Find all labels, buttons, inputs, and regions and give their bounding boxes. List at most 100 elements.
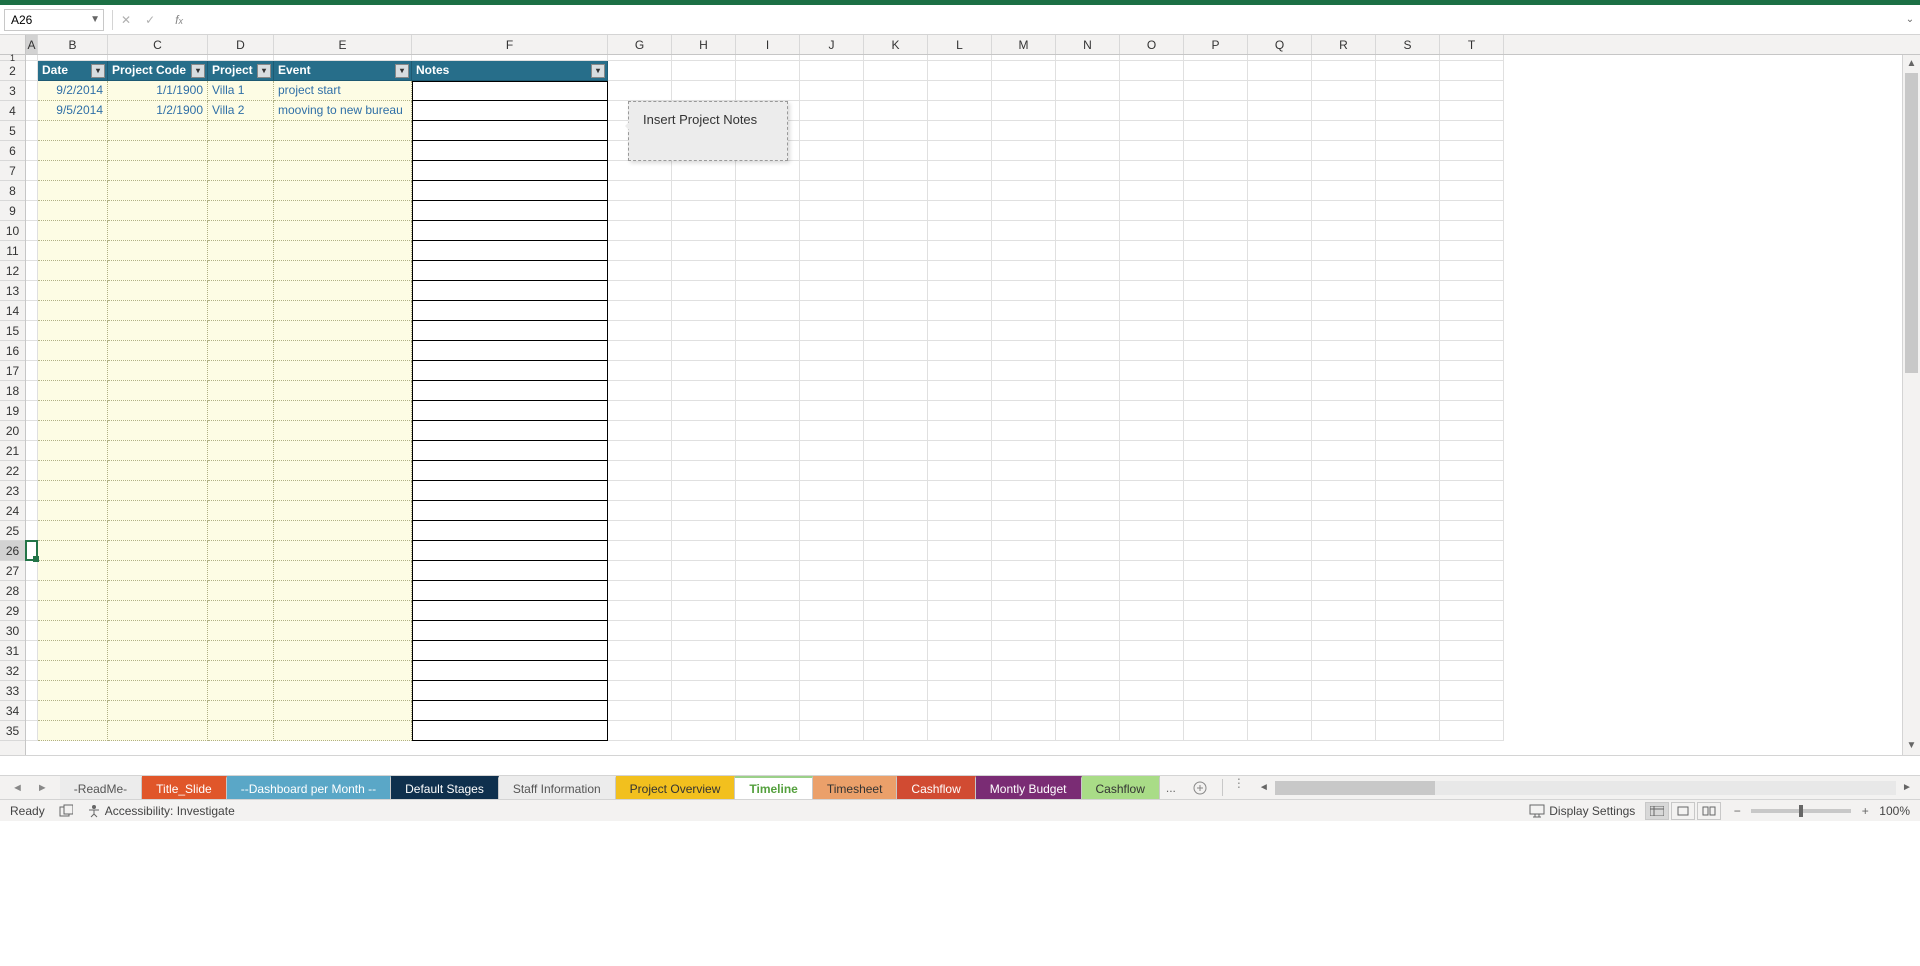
cell[interactable] [608,461,672,481]
cell[interactable] [672,501,736,521]
cell[interactable] [274,161,412,181]
cell[interactable] [208,401,274,421]
cell[interactable] [1184,381,1248,401]
column-header-T[interactable]: T [1440,35,1504,54]
cell[interactable] [1120,541,1184,561]
cell[interactable] [608,481,672,501]
cell[interactable] [1312,441,1376,461]
cell[interactable] [1248,341,1312,361]
name-box[interactable]: A26 ▼ [4,9,104,31]
cell[interactable] [928,541,992,561]
cell[interactable] [412,541,608,561]
cell[interactable] [1376,581,1440,601]
cell[interactable] [274,521,412,541]
cell[interactable] [608,601,672,621]
cell[interactable] [864,81,928,101]
cell[interactable] [208,681,274,701]
cell[interactable] [736,361,800,381]
cell[interactable] [1184,641,1248,661]
cell[interactable] [1376,541,1440,561]
cell[interactable] [1440,101,1504,121]
cell[interactable] [672,201,736,221]
cell[interactable] [736,601,800,621]
cell[interactable] [800,661,864,681]
cell[interactable] [412,241,608,261]
cell[interactable] [26,101,38,121]
cell[interactable] [274,401,412,421]
cell[interactable] [1248,81,1312,101]
cell[interactable] [1120,681,1184,701]
cell[interactable] [1248,681,1312,701]
cell[interactable] [864,641,928,661]
cell[interactable] [274,621,412,641]
cell[interactable] [800,121,864,141]
cell[interactable] [1184,161,1248,181]
cell[interactable] [412,521,608,541]
cell[interactable] [1120,421,1184,441]
cell[interactable] [608,421,672,441]
cell[interactable] [1440,161,1504,181]
zoom-in-button[interactable]: + [1859,804,1871,818]
cell[interactable] [1184,701,1248,721]
cell[interactable]: 9/5/2014 [38,101,108,121]
cell[interactable] [928,301,992,321]
cell[interactable] [412,301,608,321]
cell[interactable] [1056,501,1120,521]
cell[interactable] [800,501,864,521]
cell[interactable] [208,121,274,141]
cell[interactable] [864,341,928,361]
cell[interactable] [800,81,864,101]
cell[interactable] [412,161,608,181]
cell[interactable] [1376,421,1440,441]
cell[interactable] [412,621,608,641]
cell[interactable] [736,621,800,641]
row-header-5[interactable]: 5 [0,121,25,141]
cell[interactable] [1312,701,1376,721]
cell[interactable] [1376,601,1440,621]
row-header-21[interactable]: 21 [0,441,25,461]
cell[interactable] [1312,161,1376,181]
cell[interactable] [1248,521,1312,541]
cell[interactable] [208,181,274,201]
cell[interactable] [38,281,108,301]
cell[interactable] [1184,281,1248,301]
cell[interactable] [608,541,672,561]
cell[interactable] [1440,461,1504,481]
cell[interactable] [412,101,608,121]
cell[interactable] [672,521,736,541]
cell[interactable] [26,241,38,261]
row-header-15[interactable]: 15 [0,321,25,341]
cell[interactable] [608,501,672,521]
sheet-tab[interactable]: Cashflow [897,776,975,799]
cell[interactable] [1248,581,1312,601]
cell[interactable] [1312,461,1376,481]
cell[interactable] [1056,121,1120,141]
cell[interactable] [928,381,992,401]
cell[interactable] [800,481,864,501]
cell[interactable] [1056,541,1120,561]
cell[interactable] [992,161,1056,181]
cell[interactable] [26,141,38,161]
cell[interactable] [26,541,38,561]
cell[interactable] [108,141,208,161]
view-page-break-button[interactable] [1697,802,1721,820]
cell[interactable] [208,261,274,281]
cell[interactable] [800,541,864,561]
cell[interactable] [672,621,736,641]
cell[interactable] [864,141,928,161]
cell[interactable] [1056,561,1120,581]
cell[interactable] [1248,601,1312,621]
cell[interactable] [274,641,412,661]
cell[interactable] [26,201,38,221]
cell[interactable] [1440,561,1504,581]
cell[interactable] [208,661,274,681]
cell[interactable] [1056,61,1120,81]
cell[interactable] [864,601,928,621]
cell[interactable] [1248,381,1312,401]
cell[interactable] [208,641,274,661]
row-header-33[interactable]: 33 [0,681,25,701]
cell[interactable] [864,481,928,501]
cell[interactable] [1248,461,1312,481]
cell[interactable] [38,541,108,561]
cell[interactable] [26,621,38,641]
